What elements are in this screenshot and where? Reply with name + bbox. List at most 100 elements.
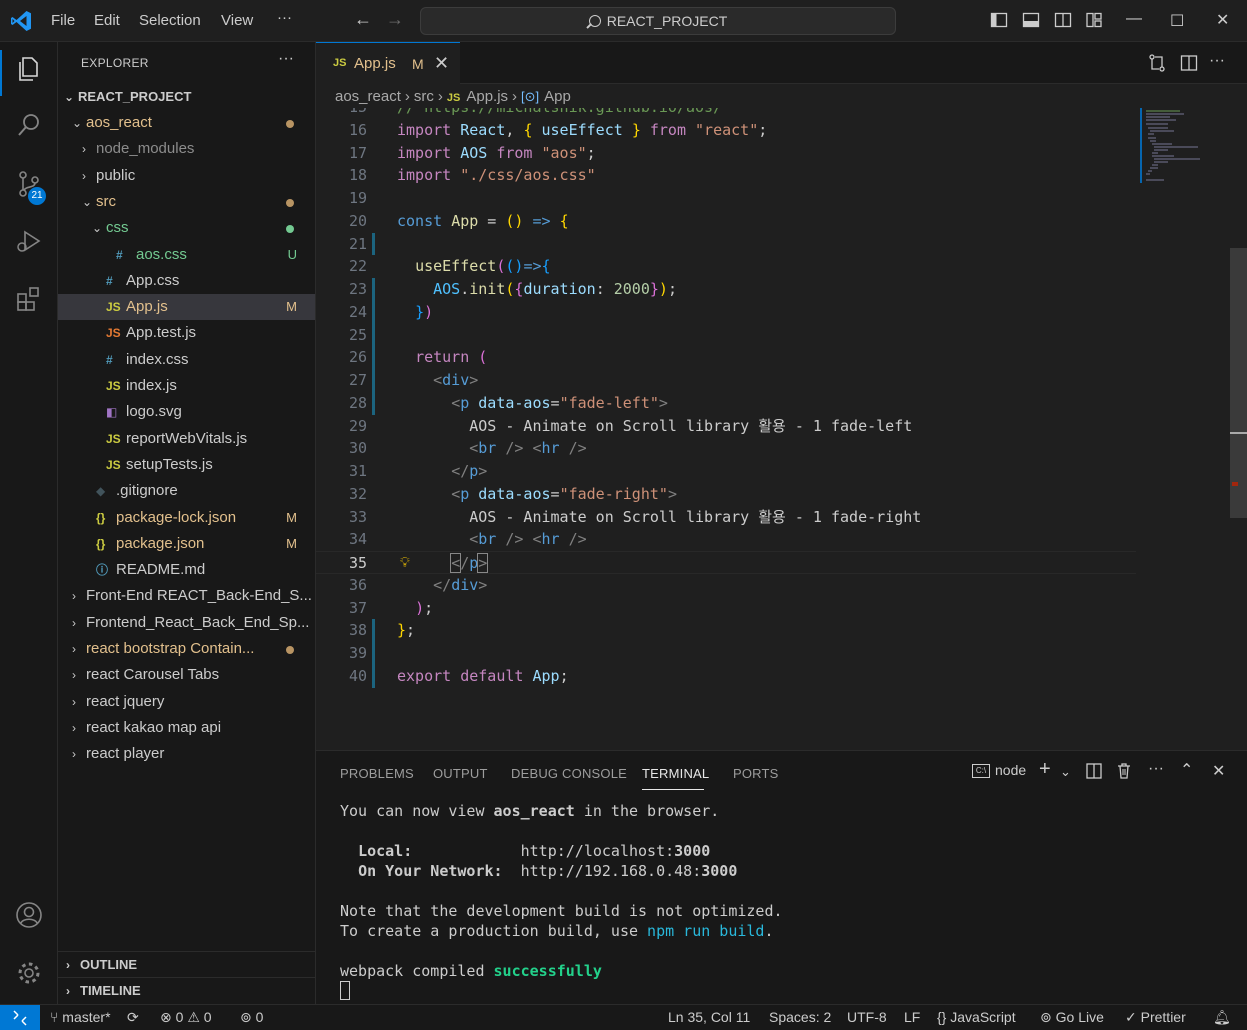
go-live-button[interactable]: ⊚ Go Live	[1040, 1009, 1104, 1026]
file-item[interactable]: {} package-lock.json M	[58, 505, 315, 531]
menu-file[interactable]: File	[51, 12, 75, 29]
breadcrumb-symbol[interactable]: App	[544, 88, 571, 105]
folder-item[interactable]: ⌄ src	[58, 189, 315, 215]
trash-icon[interactable]	[1115, 762, 1133, 780]
explorer-more-button[interactable]: ···	[278, 50, 294, 68]
tab-ports[interactable]: PORTS	[733, 766, 779, 781]
editor-scroll-thumb[interactable]	[1230, 248, 1247, 518]
minimap[interactable]	[1140, 108, 1210, 198]
forward-arrow-icon[interactable]: →	[386, 9, 404, 30]
file-item[interactable]: # aos.css U	[58, 242, 315, 268]
code-line: 24 })	[316, 301, 1136, 324]
back-arrow-icon[interactable]: ←	[354, 9, 372, 30]
folder-item[interactable]: › node_modules	[58, 136, 315, 162]
tab-output[interactable]: OUTPUT	[433, 766, 488, 781]
file-item[interactable]: ◧ logo.svg	[58, 399, 315, 425]
new-terminal-icon[interactable]: +	[1039, 758, 1051, 781]
explorer-title: EXPLORER	[81, 56, 149, 70]
file-item[interactable]: JS reportWebVitals.js	[58, 426, 315, 452]
file-item[interactable]: JS App.test.js	[58, 320, 315, 346]
folder-item[interactable]: › react kakao map api	[58, 715, 315, 741]
encoding[interactable]: UTF-8	[847, 1009, 887, 1025]
editor-scrollbar[interactable]	[1230, 108, 1247, 750]
close-window-icon[interactable]: ✕	[1216, 10, 1229, 30]
file-item[interactable]: ◆ .gitignore	[58, 478, 315, 504]
split-editor-icon[interactable]	[1179, 53, 1199, 73]
menu-more-button[interactable]: ···	[277, 9, 292, 26]
file-item[interactable]: # App.css	[58, 268, 315, 294]
file-item[interactable]: ⓘ README.md	[58, 557, 315, 583]
toggle-panel-icon[interactable]	[1022, 11, 1040, 29]
error-icon: ⊗	[160, 1009, 172, 1025]
tab-debug-console[interactable]: DEBUG CONSOLE	[511, 766, 627, 781]
ports-indicator[interactable]: ⊚ 0	[240, 1009, 263, 1026]
folder-item[interactable]: › react jquery	[58, 689, 315, 715]
customize-layout-icon[interactable]	[1085, 11, 1103, 29]
chevron-down-icon: ⌄	[82, 194, 93, 209]
file-item[interactable]: JS App.js M	[58, 294, 315, 321]
menu-view[interactable]: View	[221, 12, 253, 29]
folder-item[interactable]: › react Carousel Tabs	[58, 662, 315, 688]
maximize-window-icon[interactable]: ☐	[1170, 11, 1184, 31]
search-icon[interactable]	[14, 110, 44, 140]
breadcrumb-src[interactable]: src	[414, 88, 434, 105]
folder-item[interactable]: › Frontend_React_Back_End_Sp...	[58, 610, 315, 636]
folder-item[interactable]: › Front-End REACT_Back-End_S...	[58, 583, 315, 609]
file-item[interactable]: JS index.js	[58, 373, 315, 399]
minimize-window-icon[interactable]: —	[1126, 10, 1142, 28]
problems-indicator[interactable]: ⊗ 0 ⚠ 0	[160, 1009, 212, 1026]
folder-item[interactable]: › public	[58, 163, 315, 189]
folder-item[interactable]: ⌄ aos_react	[58, 110, 315, 136]
command-center-search[interactable]: REACT_PROJECT	[420, 7, 896, 35]
settings-gear-icon[interactable]	[14, 958, 44, 988]
tree-item-label: react player	[86, 745, 165, 763]
end-of-line[interactable]: LF	[904, 1009, 920, 1025]
sync-icon[interactable]: ⟳	[127, 1009, 139, 1026]
language-mode[interactable]: {} JavaScript	[937, 1009, 1016, 1025]
line-number: 38	[348, 621, 367, 640]
file-item[interactable]: # index.css	[58, 347, 315, 373]
toggle-secondary-sidebar-icon[interactable]	[1054, 11, 1072, 29]
menu-edit[interactable]: Edit	[94, 12, 120, 29]
branch-indicator[interactable]: ⑂ master*	[50, 1009, 111, 1025]
folder-item[interactable]: › react player	[58, 741, 315, 767]
chevron-down-icon[interactable]: ⌄	[1060, 764, 1071, 780]
code-line: 22 useEffect(()=>{	[316, 255, 1136, 278]
file-item[interactable]: JS setupTests.js	[58, 452, 315, 478]
panel-more-button[interactable]: ···	[1148, 760, 1164, 778]
breadcrumb-folder[interactable]: aos_react	[335, 88, 401, 105]
explorer-icon[interactable]	[14, 54, 44, 84]
prettier-button[interactable]: ✓ Prettier	[1125, 1009, 1186, 1026]
split-terminal-icon[interactable]	[1085, 762, 1103, 780]
code-editor[interactable]: 15 // https://michalsnik.github.io/aos/16…	[316, 108, 1136, 748]
maximize-panel-icon[interactable]: ⌃	[1180, 760, 1193, 780]
menu-selection[interactable]: Selection	[139, 12, 201, 29]
tab-terminal[interactable]: TERMINAL	[642, 766, 709, 781]
editor-more-actions-button[interactable]: ···	[1209, 52, 1225, 70]
file-type-icon: ◧	[106, 405, 118, 420]
breadcrumb-file[interactable]: App.js	[466, 88, 508, 105]
cursor-position[interactable]: Ln 35, Col 11	[668, 1009, 750, 1025]
file-item[interactable]: {} package.json M	[58, 531, 315, 557]
close-panel-icon[interactable]: ✕	[1212, 761, 1225, 781]
tab-problems[interactable]: PROBLEMS	[340, 766, 414, 781]
timeline-section[interactable]: › TIMELINE	[58, 977, 315, 1003]
workspace-root[interactable]: ⌄ REACT_PROJECT	[58, 84, 315, 110]
tab-app-js[interactable]: JS App.js M ✕	[316, 42, 460, 84]
toggle-primary-sidebar-icon[interactable]	[990, 11, 1008, 29]
close-tab-icon[interactable]: ✕	[434, 53, 449, 74]
lightbulb-icon[interactable]: 💡︎	[400, 552, 410, 575]
folder-item[interactable]: ⌄ css	[58, 215, 315, 241]
run-and-debug-icon[interactable]	[14, 226, 44, 256]
indentation[interactable]: Spaces: 2	[769, 1009, 831, 1025]
terminal-instance-selector[interactable]: C:\ node	[972, 762, 1026, 782]
open-changes-icon[interactable]	[1147, 53, 1167, 73]
notifications-bell-icon[interactable]: 🔔︎	[1213, 1009, 1231, 1026]
remote-indicator[interactable]	[0, 1005, 40, 1030]
accounts-icon[interactable]	[14, 900, 44, 930]
outline-section[interactable]: › OUTLINE	[58, 951, 315, 977]
folder-item[interactable]: › react bootstrap Contain...	[58, 636, 315, 662]
tab-modified-indicator: M	[412, 56, 424, 72]
file-type-icon: ◆	[96, 484, 106, 499]
extensions-icon[interactable]	[14, 284, 44, 314]
